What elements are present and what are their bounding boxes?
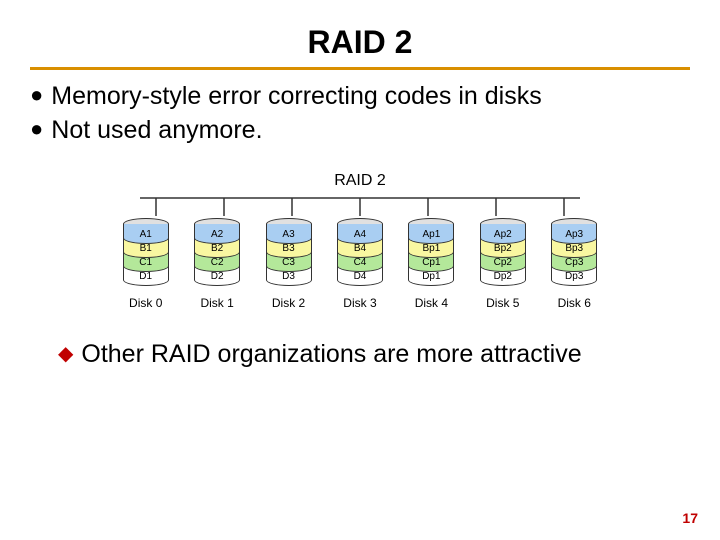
horizontal-rule <box>30 67 690 70</box>
data-block: Ap2 <box>480 224 526 244</box>
bus-connector-icon <box>120 192 600 218</box>
data-block-label: B2 <box>211 243 223 254</box>
data-block-label: Bp2 <box>494 243 512 254</box>
data-block-label: B1 <box>140 243 152 254</box>
disk-cylinder-icon: Ap3 Bp3 Cp3 Dp3 <box>551 218 597 286</box>
bullet-icon: ● <box>30 114 43 144</box>
page-number: 17 <box>682 510 698 526</box>
disk-label: Disk 4 <box>415 296 448 310</box>
data-block-label: B3 <box>282 243 294 254</box>
data-block-label: Cp3 <box>565 257 583 268</box>
data-block-label: C1 <box>139 257 152 268</box>
data-block-label: A1 <box>140 229 152 240</box>
sub-bullet-list: ◆ Other RAID organizations are more attr… <box>30 340 690 369</box>
data-block-label: A4 <box>354 229 366 240</box>
data-block-label: D2 <box>211 271 224 282</box>
data-block-label: C2 <box>211 257 224 268</box>
disk-label: Disk 2 <box>272 296 305 310</box>
data-block: Ap1 <box>408 224 454 244</box>
disk-label: Disk 3 <box>343 296 376 310</box>
disk-column: Ap3 Bp3 Cp3 Dp3 Disk 6 <box>544 218 604 310</box>
data-block-label: Cp2 <box>494 257 512 268</box>
data-block: A4 <box>337 224 383 244</box>
disk-column: A1 B1 C1 D1 Disk 0 <box>116 218 176 310</box>
disk-cylinder-icon: A3 B3 C3 D3 <box>266 218 312 286</box>
data-block-label: Dp1 <box>422 271 440 282</box>
data-block-label: Dp2 <box>494 271 512 282</box>
data-block-label: A3 <box>282 229 294 240</box>
data-block-label: Ap2 <box>494 229 512 240</box>
disk-column: A3 B3 C3 D3 Disk 2 <box>259 218 319 310</box>
bullet-item: ● Memory-style error correcting codes in… <box>30 80 690 114</box>
slide-title: RAID 2 <box>30 24 690 61</box>
data-block-label: Dp3 <box>565 271 583 282</box>
disk-cylinder-icon: A1 B1 C1 D1 <box>123 218 169 286</box>
sub-bullet-text: Other RAID organizations are more attrac… <box>81 340 581 369</box>
bullet-text: Memory-style error correcting codes in d… <box>51 80 541 114</box>
data-block-label: D3 <box>282 271 295 282</box>
disk-column: A4 B4 C4 D4 Disk 3 <box>330 218 390 310</box>
disk-cylinder-icon: Ap1 Bp1 Cp1 Dp1 <box>408 218 454 286</box>
disk-label: Disk 6 <box>558 296 591 310</box>
data-block-label: C4 <box>354 257 367 268</box>
diagram-title: RAID 2 <box>110 172 610 190</box>
slide: RAID 2 ● Memory-style error correcting c… <box>0 0 720 540</box>
disk-cylinder-icon: A4 B4 C4 D4 <box>337 218 383 286</box>
data-block-label: Cp1 <box>422 257 440 268</box>
disk-label: Disk 0 <box>129 296 162 310</box>
data-block-label: A2 <box>211 229 223 240</box>
data-block-label: B4 <box>354 243 366 254</box>
disk-cylinder-icon: A2 B2 C2 D2 <box>194 218 240 286</box>
bullet-item: ● Not used anymore. <box>30 114 690 148</box>
diamond-icon: ◆ <box>58 340 73 368</box>
data-block: Ap3 <box>551 224 597 244</box>
disk-column: A2 B2 C2 D2 Disk 1 <box>187 218 247 310</box>
data-block-label: D1 <box>139 271 152 282</box>
bullet-list: ● Memory-style error correcting codes in… <box>30 80 690 148</box>
data-block: A1 <box>123 224 169 244</box>
data-block-label: Ap1 <box>422 229 440 240</box>
data-block-label: Bp3 <box>565 243 583 254</box>
data-block: A3 <box>266 224 312 244</box>
bullet-text: Not used anymore. <box>51 114 262 148</box>
raid-diagram: RAID 2 A1 B1 C1 D1 Disk 0 A2 B2 C2 D2 Disk 1 A3 B3 C… <box>30 172 690 310</box>
disk-cylinder-icon: Ap2 Bp2 Cp2 Dp2 <box>480 218 526 286</box>
data-block-label: D4 <box>354 271 367 282</box>
data-block-label: Bp1 <box>422 243 440 254</box>
disk-column: Ap2 Bp2 Cp2 Dp2 Disk 5 <box>473 218 533 310</box>
disk-column: Ap1 Bp1 Cp1 Dp1 Disk 4 <box>401 218 461 310</box>
sub-bullet-item: ◆ Other RAID organizations are more attr… <box>58 340 690 369</box>
disk-label: Disk 5 <box>486 296 519 310</box>
data-block: A2 <box>194 224 240 244</box>
bullet-icon: ● <box>30 80 43 110</box>
data-block-label: Ap3 <box>565 229 583 240</box>
data-block-label: C3 <box>282 257 295 268</box>
disk-label: Disk 1 <box>200 296 233 310</box>
